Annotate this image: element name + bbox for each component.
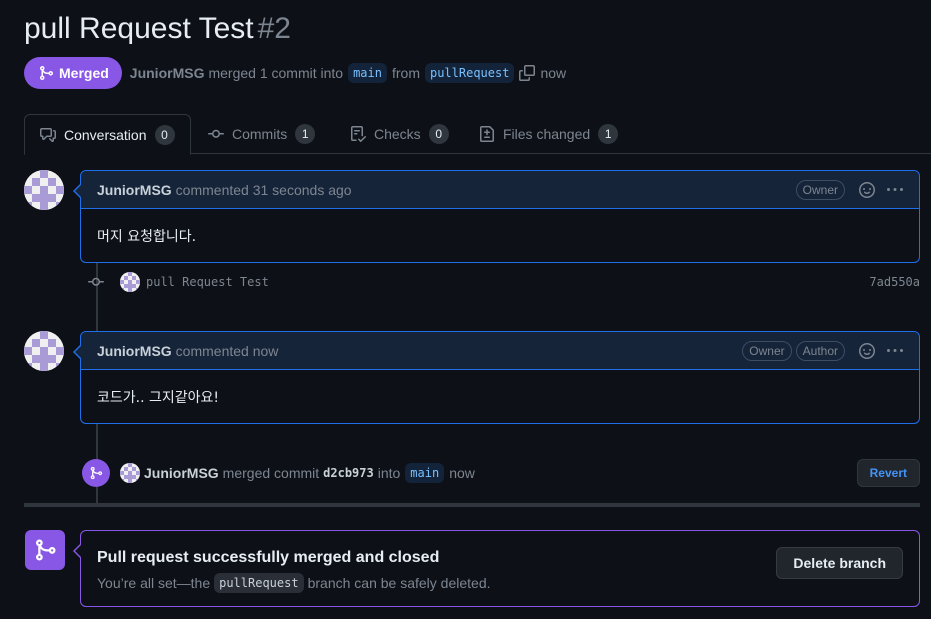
tab-conversation[interactable]: Conversation 0	[24, 114, 191, 155]
tab-label: Files changed	[503, 126, 591, 142]
merge-event-row: JuniorMSG merged commit d2cb973 into mai…	[82, 457, 920, 489]
tab-commits[interactable]: Commits 1	[193, 114, 330, 154]
checklist-icon	[351, 126, 366, 142]
pr-meta: Merged JuniorMSG merged 1 commit into ma…	[24, 57, 566, 89]
merged-branch-tag[interactable]: pullRequest	[214, 573, 304, 593]
merge-text: merged commit	[222, 465, 320, 481]
merged-status-box: Pull request successfully merged and clo…	[73, 530, 920, 607]
tab-count: 0	[428, 124, 449, 144]
comment-card: JuniorMSG commented now Owner Author 코드가…	[73, 331, 920, 424]
merge-branch-tag[interactable]: main	[405, 463, 445, 483]
comment-card: JuniorMSG commented 31 seconds ago Owner…	[73, 170, 920, 263]
merge-author[interactable]: JuniorMSG	[144, 465, 219, 481]
base-branch-tag[interactable]: main	[348, 63, 387, 83]
comment-author[interactable]: JuniorMSG	[97, 182, 172, 198]
comment-author[interactable]: JuniorMSG	[97, 343, 172, 359]
git-commit-icon	[88, 274, 104, 290]
delete-branch-button[interactable]: Delete branch	[776, 547, 903, 579]
tab-count: 1	[598, 124, 619, 144]
merged-state-badge: Merged	[24, 57, 122, 89]
into-text: into	[377, 465, 401, 481]
git-merge-icon	[82, 459, 110, 487]
commit-row: pull Request Test 7ad550a	[88, 270, 920, 294]
tab-checks[interactable]: Checks 0	[335, 114, 464, 154]
avatar[interactable]	[24, 331, 64, 371]
git-commit-icon	[208, 129, 224, 138]
owner-role-badge: Owner	[795, 179, 845, 200]
tab-count: 1	[295, 124, 316, 144]
comment-body: 머지 요청합니다.	[97, 229, 197, 245]
merged-status-subtitle: You’re all set—the pullRequest branch ca…	[97, 573, 491, 593]
author-role-badge: Author	[795, 340, 845, 361]
tab-label: Commits	[232, 126, 288, 142]
merged-status-title: Pull request successfully merged and clo…	[97, 549, 440, 566]
pr-action-text: merged 1 commit into	[208, 65, 344, 81]
pr-title: pull Request Test #2	[24, 12, 291, 46]
comment-body: 코드가.. 그지같아요!	[97, 390, 220, 406]
tab-label: Conversation	[64, 126, 147, 143]
commit-sha[interactable]: 7ad550a	[869, 275, 920, 289]
revert-button[interactable]: Revert	[856, 459, 920, 487]
timeline-divider	[24, 503, 920, 507]
file-diff-icon	[480, 126, 494, 142]
commit-message[interactable]: pull Request Test	[146, 275, 269, 289]
avatar[interactable]	[24, 170, 64, 210]
comment-discussion-icon	[40, 127, 56, 142]
pr-number: #2	[257, 12, 291, 45]
smiley-icon[interactable]	[859, 181, 875, 198]
git-merge-icon	[25, 530, 65, 570]
owner-role-badge: Owner	[742, 340, 792, 361]
pr-tabs: Conversation 0 Commits 1 Checks 0 Files …	[24, 114, 931, 155]
kebab-menu-icon[interactable]	[887, 343, 903, 359]
merge-time[interactable]: now	[449, 465, 475, 481]
tab-files-changed[interactable]: Files changed 1	[464, 114, 633, 154]
tab-label: Checks	[374, 126, 421, 142]
smiley-icon[interactable]	[859, 342, 875, 359]
pr-time: now	[540, 65, 567, 81]
merge-commit-sha[interactable]: d2cb973	[323, 466, 374, 480]
head-branch-tag[interactable]: pullRequest	[424, 63, 515, 83]
pr-title-text: pull Request Test	[24, 12, 254, 45]
copy-icon[interactable]	[519, 65, 536, 81]
comment-time[interactable]: commented now	[176, 343, 279, 359]
comment-time[interactable]: commented 31 seconds ago	[176, 182, 352, 198]
from-text: from	[391, 65, 420, 81]
avatar[interactable]	[120, 272, 140, 292]
avatar[interactable]	[120, 463, 140, 483]
git-merge-icon	[40, 66, 54, 80]
comment-header: JuniorMSG commented now Owner Author	[81, 332, 919, 370]
merged-sub-before: You’re all set—the	[97, 575, 211, 591]
tab-count: 0	[154, 124, 175, 145]
merged-state-label: Merged	[59, 65, 109, 81]
pr-author-link[interactable]: JuniorMSG	[130, 65, 205, 81]
merged-sub-after: branch can be safely deleted.	[307, 575, 491, 591]
comment-header: JuniorMSG commented 31 seconds ago Owner	[81, 171, 919, 209]
kebab-menu-icon[interactable]	[887, 182, 903, 198]
